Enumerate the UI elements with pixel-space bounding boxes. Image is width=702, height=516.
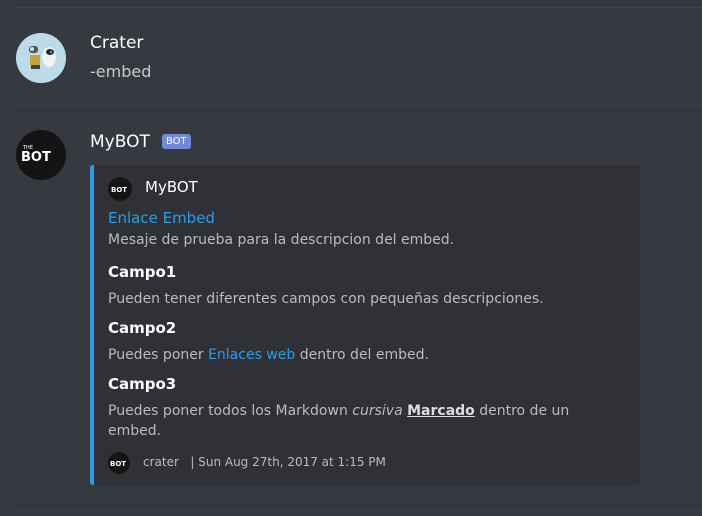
embed-description: Mesaje de prueba para la descripcion del…: [108, 232, 455, 248]
crater-avatar-icon[interactable]: [16, 33, 66, 83]
svg-text:BOT: BOT: [21, 150, 51, 165]
message-divider: [16, 510, 702, 511]
chat-area: Crater -embed THE BOT MyBOT BOT BOT MyBO…: [0, 0, 702, 516]
embed-field-value: Pueden tener diferentes campos con peque…: [108, 291, 544, 307]
embed-field-name: Campo2: [108, 319, 177, 337]
embed-title-link[interactable]: Enlace Embed: [108, 209, 215, 227]
field-link[interactable]: Enlaces web: [208, 347, 295, 363]
field-italic-text: cursiva: [352, 403, 403, 419]
field-bold-text: Marcado: [407, 403, 475, 419]
embed-field-value: Puedes poner todos los Markdown cursiva …: [108, 401, 588, 441]
embed-field-name: Campo3: [108, 375, 177, 393]
field-text: dentro del embed.: [295, 347, 429, 363]
bot-badge: BOT: [162, 134, 191, 149]
footer-name: crater: [143, 455, 179, 469]
embed-footer: crater | Sun Aug 27th, 2017 at 1:15 PM: [143, 455, 386, 469]
svg-text:BOT: BOT: [111, 186, 127, 194]
field-text: Puedes poner: [108, 347, 209, 363]
message-divider: [16, 7, 702, 8]
message-username[interactable]: MyBOT: [90, 132, 150, 152]
embed-accent-bar: [90, 165, 94, 485]
embed-field-name: Campo1: [108, 263, 177, 281]
embed-footer-icon: BOT: [108, 452, 130, 474]
rich-embed: BOT MyBOT Enlace Embed Mesaje de prueba …: [90, 165, 640, 485]
message-username[interactable]: Crater: [90, 33, 143, 53]
footer-timestamp: | Sun Aug 27th, 2017 at 1:15 PM: [190, 455, 386, 469]
embed-author-name[interactable]: MyBOT: [145, 178, 198, 196]
embed-field-value: Puedes poner Enlaces web dentro del embe…: [108, 345, 588, 365]
bot-avatar-icon[interactable]: THE BOT: [16, 130, 66, 180]
embed-author-icon: BOT: [108, 177, 132, 201]
message-text: -embed: [90, 62, 152, 81]
svg-text:BOT: BOT: [110, 460, 126, 468]
message-divider: [16, 105, 702, 106]
field-text: Puedes poner todos los Markdown: [108, 403, 353, 419]
